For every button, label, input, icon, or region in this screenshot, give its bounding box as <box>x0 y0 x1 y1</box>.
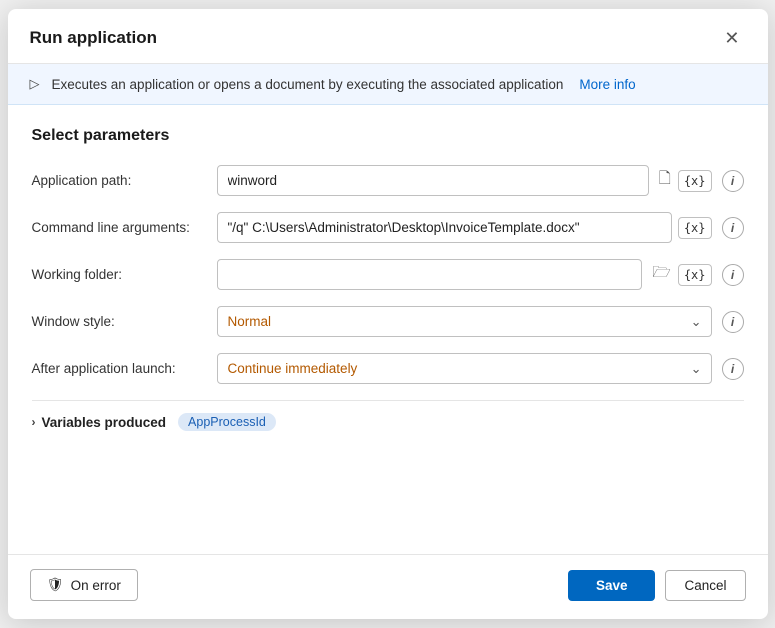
variables-section: › Variables produced AppProcessId <box>32 400 744 439</box>
variables-toggle[interactable]: › Variables produced <box>32 415 167 430</box>
window-style-select-wrapper: Normal Minimized Maximized Hidden ⌄ <box>217 306 712 337</box>
dialog-header: Run application ✕ <box>8 9 768 64</box>
window-style-row: Window style: Normal Minimized Maximized… <box>32 306 744 337</box>
folder-picker-button[interactable]: 🗁 <box>648 259 675 290</box>
close-button[interactable]: ✕ <box>718 27 745 49</box>
application-path-input-group: 🗋 {x} <box>217 165 712 196</box>
info-icon-afterlaunch: i <box>722 358 744 380</box>
after-launch-select-wrapper: Continue immediately Wait for applicatio… <box>217 353 712 384</box>
dialog-footer: 🛡 On error Save Cancel <box>8 554 768 619</box>
on-error-label: On error <box>71 578 121 593</box>
folder-icon: 🗁 <box>652 262 671 287</box>
info-icon-apppath: i <box>722 170 744 192</box>
window-style-select[interactable]: Normal Minimized Maximized Hidden <box>217 306 712 337</box>
working-folder-input[interactable] <box>217 259 643 290</box>
shield-icon: 🛡 <box>47 577 64 593</box>
cmdargs-input-group: {x} <box>217 212 712 243</box>
file-picker-button[interactable]: 🗋 <box>655 165 675 196</box>
variables-chevron-icon: › <box>32 415 36 429</box>
play-icon: ▷ <box>30 76 40 92</box>
window-style-input-group: Normal Minimized Maximized Hidden ⌄ <box>217 306 712 337</box>
vars-button-folder[interactable]: {x} <box>678 264 712 286</box>
application-path-row: Application path: 🗋 {x} i <box>32 165 744 196</box>
working-folder-row: Working folder: 🗁 {x} i <box>32 259 744 290</box>
on-error-button[interactable]: 🛡 On error <box>30 569 138 601</box>
working-folder-label: Working folder: <box>32 267 207 282</box>
footer-right: Save Cancel <box>568 570 746 601</box>
cmdargs-label: Command line arguments: <box>32 220 207 235</box>
dialog-title: Run application <box>30 28 158 48</box>
variables-toggle-label: Variables produced <box>42 415 167 430</box>
info-banner: ▷ Executes an application or opens a doc… <box>8 64 768 105</box>
after-launch-row: After application launch: Continue immed… <box>32 353 744 384</box>
cmdargs-row: Command line arguments: {x} i <box>32 212 744 243</box>
working-folder-icons: 🗁 {x} <box>648 259 711 290</box>
footer-left: 🛡 On error <box>30 569 138 601</box>
after-launch-input-group: Continue immediately Wait for applicatio… <box>217 353 712 384</box>
application-path-input[interactable] <box>217 165 649 196</box>
cmdargs-icons: {x} <box>678 217 712 239</box>
vars-button-cmdargs[interactable]: {x} <box>678 217 712 239</box>
info-icon-folder: i <box>722 264 744 286</box>
info-icon-cmdargs: i <box>722 217 744 239</box>
more-info-link[interactable]: More info <box>579 77 635 92</box>
variable-badge-appprocessid: AppProcessId <box>178 413 276 431</box>
cancel-button[interactable]: Cancel <box>665 570 745 601</box>
working-folder-input-group: 🗁 {x} <box>217 259 712 290</box>
after-launch-label: After application launch: <box>32 361 207 376</box>
window-style-label: Window style: <box>32 314 207 329</box>
application-path-icons: 🗋 {x} <box>655 165 712 196</box>
application-path-label: Application path: <box>32 173 207 188</box>
banner-text: Executes an application or opens a docum… <box>52 77 564 92</box>
run-application-dialog: Run application ✕ ▷ Executes an applicat… <box>8 9 768 619</box>
info-icon-winstyle: i <box>722 311 744 333</box>
dialog-body: Select parameters Application path: 🗋 {x… <box>8 105 768 554</box>
file-icon: 🗋 <box>659 168 671 193</box>
section-title: Select parameters <box>32 127 744 145</box>
after-launch-select[interactable]: Continue immediately Wait for applicatio… <box>217 353 712 384</box>
vars-button-apppath[interactable]: {x} <box>678 170 712 192</box>
save-button[interactable]: Save <box>568 570 656 601</box>
cmdargs-input[interactable] <box>217 212 672 243</box>
